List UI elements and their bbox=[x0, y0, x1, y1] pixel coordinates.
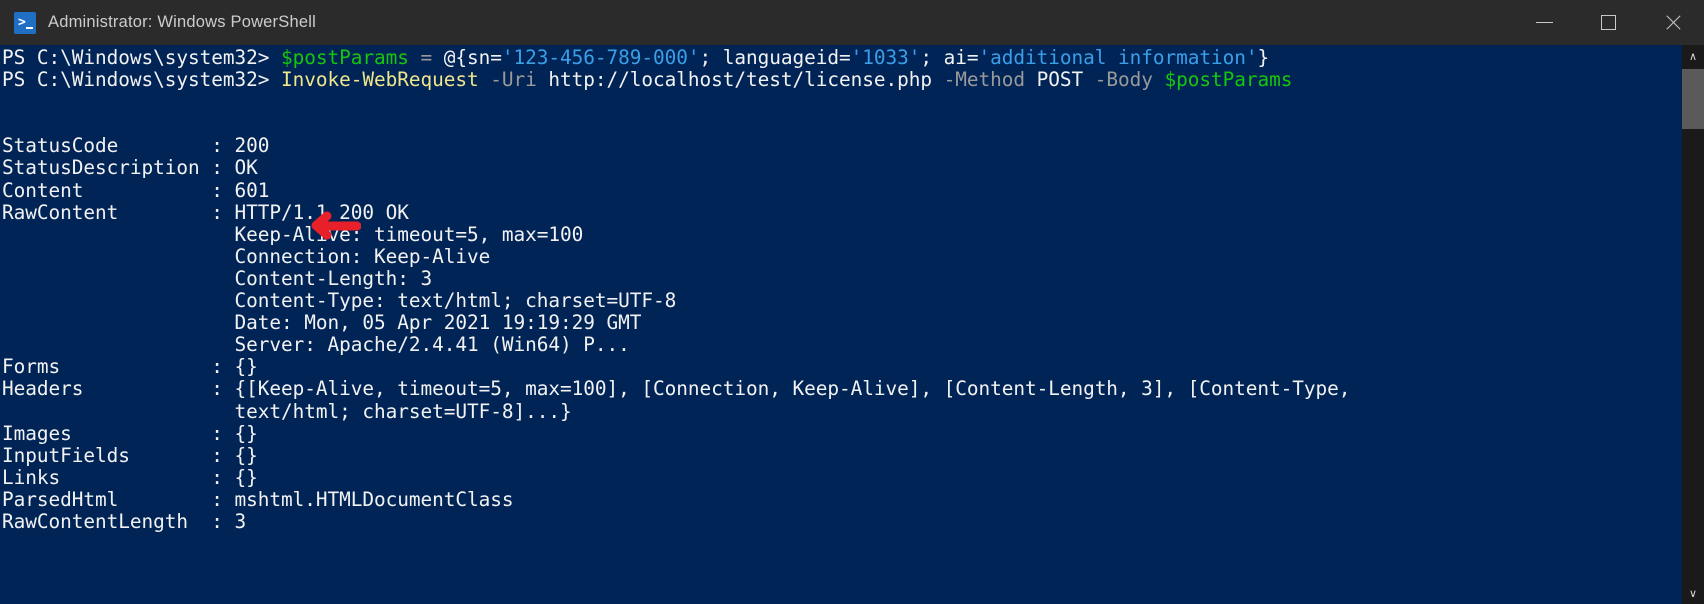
rawcontent-header-line: Content-Type: text/html; charset=UTF-8 bbox=[2, 289, 677, 313]
command-line-1: PS C:\Windows\system32> $postParams = @{… bbox=[2, 46, 1682, 69]
output-row-separator: : bbox=[211, 178, 235, 202]
rawcontent-header-line: Content-Length: 3 bbox=[2, 266, 433, 290]
prompt-1: PS C:\Windows\system32> bbox=[2, 46, 270, 69]
title-bar[interactable]: Administrator: Windows PowerShell bbox=[0, 0, 1704, 45]
output-row-separator: : bbox=[211, 443, 235, 467]
output-row-key: StatusDescription bbox=[2, 156, 212, 180]
output-row-key: InputFields bbox=[2, 443, 212, 467]
output-row-key: Images bbox=[2, 421, 212, 445]
output-row-value: 200 bbox=[234, 134, 270, 158]
output-rows-secondary: Forms : {} Headers : {[Keep-Alive, timeou… bbox=[2, 356, 1682, 400]
sn-value: '123-456-789-000' bbox=[501, 46, 700, 69]
output-row: ParsedHtml : mshtml.HTMLDocumentClass bbox=[2, 487, 1682, 511]
rawcontent-header-line: Server: Apache/2.4.41 (Win64) P... bbox=[2, 333, 630, 357]
output-row-key: RawContent bbox=[2, 200, 212, 224]
separator-1: ; languageid= bbox=[699, 46, 851, 69]
scroll-down-arrow-icon[interactable]: ∨ bbox=[1682, 582, 1704, 604]
cmdlet-invoke-webrequest: Invoke-WebRequest bbox=[280, 68, 479, 92]
output-row: Links : {} bbox=[2, 465, 1682, 489]
param-body: -Body bbox=[1094, 68, 1153, 92]
output-row-separator: : bbox=[211, 134, 235, 158]
output-row-separator: : bbox=[211, 465, 235, 489]
languageid-value: '1033' bbox=[850, 46, 921, 69]
scrollbar-thumb[interactable] bbox=[1682, 69, 1704, 129]
prompt-2: PS C:\Windows\system32> bbox=[2, 68, 270, 92]
variable-postparams: $postParams bbox=[280, 46, 409, 69]
headers-wrap-line: text/html; charset=UTF-8]...} bbox=[2, 399, 572, 423]
param-uri: -Uri bbox=[490, 68, 537, 92]
output-row-value: 601 bbox=[234, 178, 270, 202]
output-rows-primary: StatusCode : 200 StatusDescription : OK Co… bbox=[2, 135, 1682, 223]
console-output[interactable]: PS C:\Windows\system32> $postParams = @{… bbox=[0, 45, 1682, 604]
rawcontent-header-line: Keep-Alive: timeout=5, max=100 bbox=[2, 222, 584, 246]
output-row-separator: : bbox=[211, 200, 235, 224]
output-row-key: Headers bbox=[2, 377, 212, 401]
output-row: Forms : {} bbox=[2, 356, 1682, 378]
output-row: RawContentLength : 3 bbox=[2, 509, 1682, 533]
vertical-scrollbar[interactable]: ∧ ∨ bbox=[1682, 45, 1704, 604]
hashtable-close: } bbox=[1257, 46, 1270, 69]
output-row-value: {} bbox=[234, 355, 258, 379]
output-row-separator: : bbox=[211, 377, 235, 401]
powershell-window: Administrator: Windows PowerShell PS C:\… bbox=[0, 0, 1704, 604]
output-row: StatusCode : 200 bbox=[2, 135, 1682, 157]
output-row: StatusDescription : OK bbox=[2, 157, 1682, 179]
minimize-button[interactable] bbox=[1512, 0, 1576, 45]
hashtable-open: @{sn= bbox=[443, 46, 502, 69]
output-row: Images : {} bbox=[2, 421, 1682, 445]
output-row-value: OK bbox=[234, 156, 258, 180]
maximize-button[interactable] bbox=[1576, 0, 1640, 45]
scroll-up-arrow-icon[interactable]: ∧ bbox=[1682, 45, 1704, 67]
output-row-value: {} bbox=[234, 465, 258, 489]
console-area: PS C:\Windows\system32> $postParams = @{… bbox=[0, 45, 1704, 604]
minimize-icon bbox=[1535, 22, 1553, 23]
rawcontent-header-line: Connection: Keep-Alive bbox=[2, 244, 491, 268]
powershell-prompt-icon bbox=[14, 11, 36, 34]
uri-value: http://localhost/test/license.php bbox=[548, 68, 932, 92]
output-row-separator: : bbox=[211, 156, 235, 180]
rawcontent-header-line: Date: Mon, 05 Apr 2021 19:19:29 GMT bbox=[2, 311, 642, 335]
output-row-separator: : bbox=[211, 509, 235, 533]
output-row-value: HTTP/1.1 200 OK bbox=[234, 200, 409, 224]
output-row-value: {[Keep-Alive, timeout=5, max=100], [Conn… bbox=[234, 377, 1351, 401]
maximize-icon bbox=[1600, 15, 1616, 30]
ai-value: 'additional information' bbox=[978, 46, 1258, 69]
output-row-separator: : bbox=[211, 421, 235, 445]
rawcontent-continuation: Keep-Alive: timeout=5, max=100 Connectio… bbox=[2, 222, 1682, 357]
close-icon bbox=[1664, 14, 1681, 31]
body-value: $postParams bbox=[1164, 68, 1293, 92]
output-row-key: RawContentLength bbox=[2, 509, 212, 533]
output-row: InputFields : {} bbox=[2, 443, 1682, 467]
assign-operator: = bbox=[408, 46, 444, 69]
method-value: POST bbox=[1036, 68, 1084, 92]
headers-continuation-line: text/html; charset=UTF-8]...} bbox=[2, 399, 1682, 423]
output-rows-tertiary: Images : {} InputFields : {} Links : {} Par… bbox=[2, 421, 1682, 533]
output-row-key: ParsedHtml bbox=[2, 487, 212, 511]
output-row: Content : 601 bbox=[2, 178, 1682, 202]
output-row-value: 3 bbox=[234, 509, 247, 533]
output-row-key: Forms bbox=[2, 355, 212, 379]
close-button[interactable] bbox=[1640, 0, 1704, 45]
title-bar-left: Administrator: Windows PowerShell bbox=[0, 11, 316, 34]
window-title: Administrator: Windows PowerShell bbox=[48, 13, 316, 31]
output-row-key: Links bbox=[2, 465, 212, 489]
output-row: Headers : {[Keep-Alive, timeout=5, max=1… bbox=[2, 378, 1682, 400]
output-row-value: mshtml.HTMLDocumentClass bbox=[234, 487, 514, 511]
output-row-value: {} bbox=[234, 443, 258, 467]
output-row-key: StatusCode bbox=[2, 134, 212, 158]
window-controls bbox=[1512, 0, 1704, 45]
param-method: -Method bbox=[943, 68, 1025, 92]
output-row: RawContent : HTTP/1.1 200 OK bbox=[2, 200, 1682, 224]
output-row-key: Content bbox=[2, 178, 212, 202]
output-row-separator: : bbox=[211, 487, 235, 511]
output-row-value: {} bbox=[234, 421, 258, 445]
separator-2: ; ai= bbox=[920, 46, 979, 69]
command-line-2: PS C:\Windows\system32> Invoke-WebReques… bbox=[2, 69, 1682, 91]
output-row-separator: : bbox=[211, 355, 235, 379]
